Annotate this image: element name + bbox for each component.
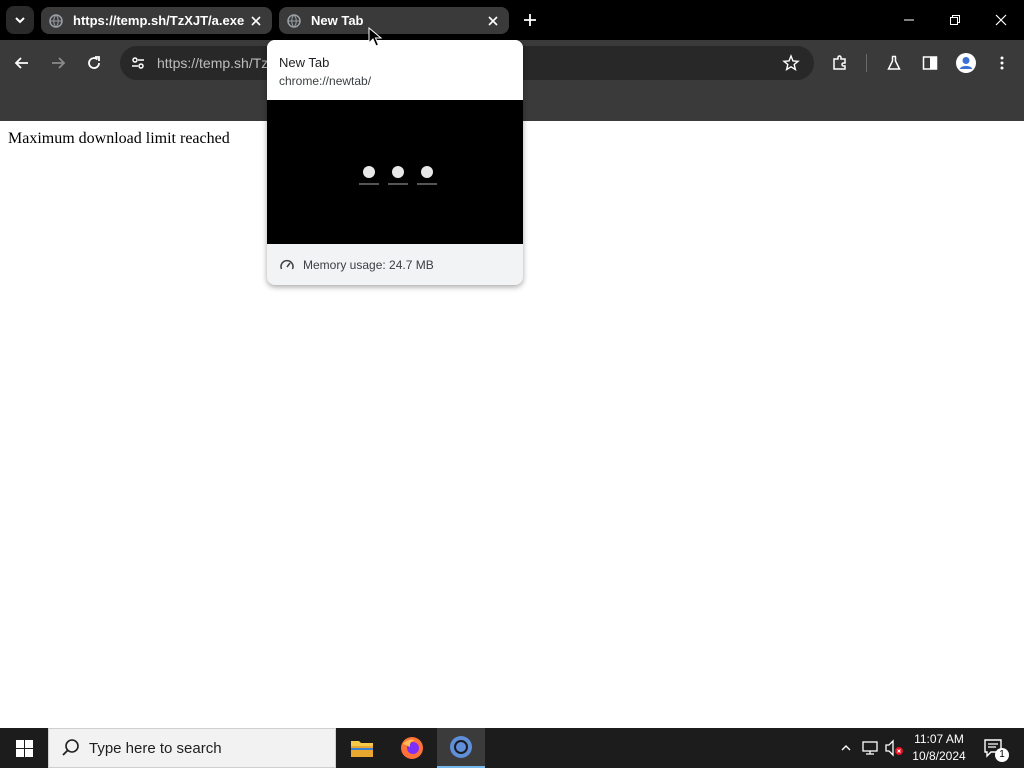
close-tab-button[interactable] — [485, 13, 501, 29]
notification-count-badge: 1 — [995, 748, 1009, 762]
tune-icon — [132, 57, 144, 69]
back-button[interactable] — [8, 49, 36, 77]
new-tab-button[interactable] — [518, 8, 542, 32]
close-icon — [488, 15, 498, 26]
tab-title: https://temp.sh/TzXJT/a.exe — [73, 13, 245, 28]
tab-new-tab[interactable]: New Tab — [279, 7, 509, 34]
close-icon — [251, 15, 261, 26]
arrow-right-icon — [52, 57, 66, 69]
mouse-cursor-icon — [368, 27, 382, 47]
more-vert-icon — [1000, 56, 1004, 70]
hover-card-header: New Tab chrome://newtab/ — [267, 40, 523, 100]
chrome-icon — [450, 736, 472, 758]
chrome-taskbar-button[interactable] — [437, 728, 485, 768]
hover-card-title: New Tab — [279, 55, 330, 70]
hover-card-url: chrome://newtab/ — [279, 74, 372, 88]
hover-card-preview — [267, 100, 523, 244]
windows-logo-icon — [15, 739, 33, 757]
globe-icon — [49, 13, 63, 28]
search-placeholder: Type here to search — [89, 739, 222, 757]
file-explorer-taskbar-button[interactable] — [338, 728, 386, 768]
folder-icon — [351, 741, 373, 757]
preview-shortcut-label — [388, 183, 408, 185]
clock-time: 11:07 AM — [914, 732, 964, 746]
firefox-taskbar-button[interactable] — [388, 728, 436, 768]
toolbar-divider — [866, 54, 867, 72]
close-tab-button[interactable] — [248, 13, 264, 29]
url-text: https://temp.sh/Tz — [157, 55, 267, 71]
preview-shortcut-icon — [363, 166, 375, 178]
site-info-button[interactable] — [126, 51, 150, 75]
menu-button[interactable] — [988, 49, 1016, 77]
page-message: Maximum download limit reached — [8, 130, 230, 147]
show-hidden-icons-button[interactable] — [836, 738, 856, 758]
puzzle-icon — [833, 55, 846, 70]
reload-icon — [88, 56, 100, 69]
system-clock[interactable]: 11:07 AM 10/8/2024 — [908, 731, 970, 765]
tab-title: New Tab — [311, 13, 364, 28]
bookmark-star-icon[interactable] — [782, 54, 800, 72]
start-button[interactable] — [0, 728, 48, 768]
preview-shortcut-label — [359, 183, 379, 185]
globe-icon — [287, 13, 301, 28]
side-panel-button[interactable] — [916, 49, 944, 77]
search-icon — [62, 739, 79, 756]
chevron-up-icon — [841, 745, 851, 751]
plus-icon — [524, 14, 536, 26]
profile-button[interactable] — [952, 49, 980, 77]
memory-usage-text: Memory usage: 24.7 MB — [303, 258, 434, 272]
side-panel-icon — [922, 56, 938, 70]
clock-date: 10/8/2024 — [912, 749, 966, 763]
volume-muted-icon — [885, 739, 903, 757]
labs-button[interactable] — [880, 49, 908, 77]
extensions-button[interactable] — [826, 49, 854, 77]
restore-icon — [950, 15, 960, 25]
minimize-icon — [904, 19, 914, 21]
network-tray-button[interactable] — [860, 738, 880, 758]
avatar-icon — [956, 53, 976, 73]
taskbar-search-box[interactable]: Type here to search — [48, 728, 336, 768]
chevron-down-icon — [15, 17, 25, 24]
preview-shortcut-label — [417, 183, 437, 185]
close-window-button[interactable] — [978, 0, 1024, 40]
tab-search-button[interactable] — [6, 6, 34, 34]
volume-tray-button[interactable] — [884, 738, 904, 758]
minimize-button[interactable] — [886, 0, 932, 40]
forward-button[interactable] — [44, 49, 72, 77]
arrow-left-icon — [14, 57, 28, 69]
tab-strip: https://temp.sh/TzXJT/a.exe New Tab — [0, 0, 1024, 40]
taskbar: Type here to search 11:07 AM 10/8/2024 1 — [0, 728, 1024, 768]
preview-shortcut-icon — [421, 166, 433, 178]
tab-temp-sh[interactable]: https://temp.sh/TzXJT/a.exe — [41, 7, 272, 34]
tab-hover-card: New Tab chrome://newtab/ Memory usage: 2… — [267, 40, 523, 285]
firefox-icon — [401, 737, 423, 759]
flask-icon — [887, 55, 901, 70]
restore-button[interactable] — [932, 0, 978, 40]
reload-button[interactable] — [80, 49, 108, 77]
speedometer-icon — [280, 259, 294, 270]
close-icon — [995, 14, 1007, 26]
network-icon — [862, 741, 878, 755]
preview-shortcut-icon — [392, 166, 404, 178]
